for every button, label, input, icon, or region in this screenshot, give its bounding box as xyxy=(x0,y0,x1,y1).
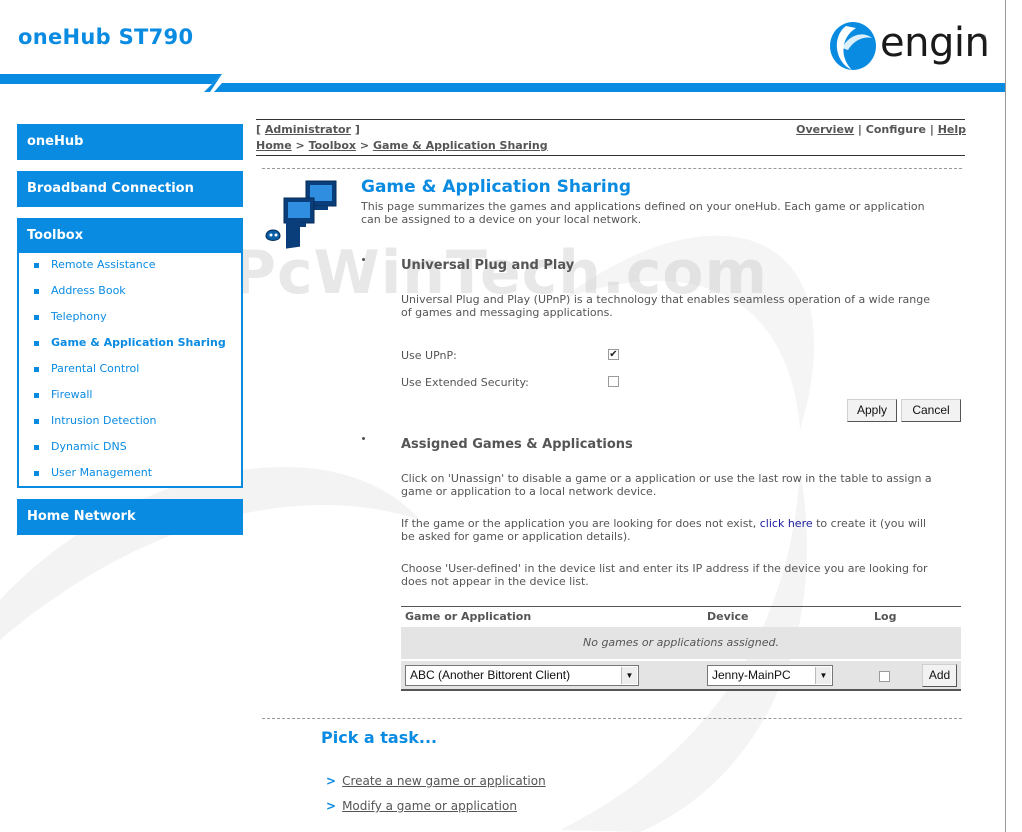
bullet-icon xyxy=(34,262,39,268)
sidebar-item-intrusion-detection[interactable]: Intrusion Detection xyxy=(34,414,156,428)
sidebar-tab-toolbox[interactable]: Toolbox xyxy=(17,218,243,254)
bullet-icon xyxy=(34,444,39,450)
bullet-icon xyxy=(34,392,39,398)
sidebar-item-remote-assistance[interactable]: Remote Assistance xyxy=(34,258,156,272)
apply-button[interactable]: Apply xyxy=(847,399,897,422)
bullet-icon xyxy=(34,366,39,372)
sidebar-tab-home-network[interactable]: Home Network xyxy=(17,499,243,535)
col-log: Log xyxy=(874,610,897,623)
sidebar-item-game-application-sharing[interactable]: Game & Application Sharing xyxy=(34,336,226,350)
device-select[interactable]: Jenny-MainPC ▼ xyxy=(707,665,833,686)
assigned-p3-line-1: Choose 'User-defined' in the device list… xyxy=(401,562,928,575)
log-checkbox[interactable] xyxy=(879,671,890,682)
header-stripe xyxy=(0,74,1005,92)
app-title: oneHub ST790 xyxy=(18,25,194,49)
bullet-icon xyxy=(34,314,39,320)
upnp-desc-line-1: Universal Plug and Play (UPnP) is a tech… xyxy=(401,293,930,306)
bullet-icon xyxy=(34,418,39,424)
bullet-icon xyxy=(34,470,39,476)
chevron-down-icon: ▼ xyxy=(815,667,831,684)
bullet-icon xyxy=(34,340,39,346)
click-here-link[interactable]: click here xyxy=(760,517,813,530)
sidebar-item-address-book[interactable]: Address Book xyxy=(34,284,126,298)
ext-security-label: Use Extended Security: xyxy=(401,376,529,389)
cancel-button[interactable]: Cancel xyxy=(901,399,961,422)
sidebar-item-telephony[interactable]: Telephony xyxy=(34,310,107,324)
add-button[interactable]: Add xyxy=(922,664,957,687)
col-game: Game or Application xyxy=(405,610,532,623)
page-intro-line-1: This page summarizes the games and appli… xyxy=(361,200,925,213)
network-computers-icon xyxy=(265,180,337,249)
breadcrumb-toolbox[interactable]: Toolbox xyxy=(309,139,356,152)
sidebar-item-firewall[interactable]: Firewall xyxy=(34,388,92,402)
use-upnp-label: Use UPnP: xyxy=(401,349,457,362)
breadcrumb-rule xyxy=(256,155,965,156)
upnp-desc-line-2: of games and messaging applications. xyxy=(401,306,613,319)
game-select[interactable]: ABC (Another Bittorent Client) ▼ xyxy=(405,665,639,686)
page-intro-line-2: can be assigned to a device on your loca… xyxy=(361,213,642,226)
task-modify: > Modify a game or application xyxy=(326,799,517,813)
col-device: Device xyxy=(707,610,749,623)
window-edge xyxy=(1005,0,1006,832)
sidebar-tab-onehub[interactable]: oneHub xyxy=(17,124,243,160)
bullet-icon xyxy=(34,288,39,294)
section-divider-bottom xyxy=(262,718,962,719)
brand-registered-mark: ® xyxy=(980,34,987,42)
modify-game-link[interactable]: Modify a game or application xyxy=(342,799,517,813)
create-game-link[interactable]: Create a new game or application xyxy=(342,774,546,788)
task-create: > Create a new game or application xyxy=(326,774,546,788)
administrator-link[interactable]: Administrator xyxy=(265,123,351,136)
sidebar-item-user-management[interactable]: User Management xyxy=(34,466,152,480)
breadcrumb: Home > Toolbox > Game & Application Shar… xyxy=(256,139,548,152)
nav-configure: Configure xyxy=(865,123,926,136)
nav-help[interactable]: Help xyxy=(938,123,966,136)
breadcrumb-home[interactable]: Home xyxy=(256,139,292,152)
upnp-heading: Universal Plug and Play xyxy=(401,258,575,273)
ext-security-checkbox[interactable] xyxy=(608,376,619,387)
top-nav: Overview | Configure | Help xyxy=(796,123,966,136)
sidebar-item-parental-control[interactable]: Parental Control xyxy=(34,362,139,376)
top-rule xyxy=(256,119,965,120)
empty-table-row: No games or applications assigned. xyxy=(401,627,961,659)
breadcrumb-current[interactable]: Game & Application Sharing xyxy=(373,139,548,152)
chevron-right-icon: > xyxy=(326,774,337,788)
assigned-p3-line-2: does not appear in the device list. xyxy=(401,575,589,588)
tasks-heading: Pick a task... xyxy=(321,728,438,747)
chevron-right-icon: > xyxy=(326,799,337,813)
use-upnp-checkbox[interactable]: ✔ xyxy=(608,349,619,360)
assigned-p1-line-1: Click on 'Unassign' to disable a game or… xyxy=(401,472,932,485)
user-indicator: [ Administrator ] xyxy=(256,123,360,136)
sidebar-tab-broadband[interactable]: Broadband Connection xyxy=(17,171,243,207)
assigned-p2-line-2: be asked for game or application details… xyxy=(401,530,631,543)
assigned-heading: Assigned Games & Applications xyxy=(401,437,633,452)
page-title: Game & Application Sharing xyxy=(361,177,631,197)
chevron-down-icon: ▼ xyxy=(621,667,637,684)
section-divider-top xyxy=(262,168,962,169)
assigned-p2-line-1: If the game or the application you are l… xyxy=(401,517,927,530)
sidebar-item-dynamic-dns[interactable]: Dynamic DNS xyxy=(34,440,127,454)
section-bullet-icon xyxy=(362,258,365,261)
section-bullet-icon xyxy=(362,437,365,440)
brand-name: engin xyxy=(880,20,990,66)
nav-overview[interactable]: Overview xyxy=(796,123,854,136)
assigned-p1-line-2: game or application to a local network d… xyxy=(401,485,657,498)
